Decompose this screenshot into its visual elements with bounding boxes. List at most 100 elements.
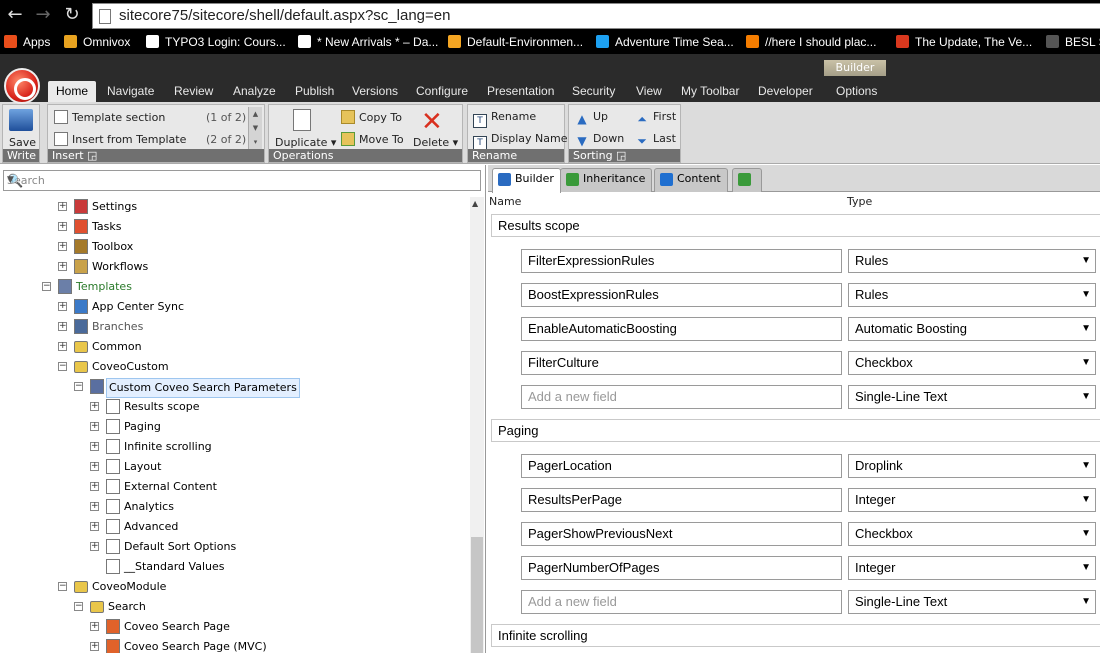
display-name-button[interactable]: T Display Name xyxy=(473,132,568,150)
expand-icon[interactable]: + xyxy=(58,322,67,331)
bookmark-item[interactable]: BESL S xyxy=(1046,35,1100,49)
bookmark-item[interactable]: The Update, The Ve... xyxy=(896,35,1032,49)
scroll-up-icon[interactable]: ▲ xyxy=(472,199,478,208)
expand-icon[interactable]: + xyxy=(90,522,99,531)
reload-icon[interactable]: ↻ xyxy=(61,4,83,26)
copy-to-button[interactable]: Copy To xyxy=(341,110,402,124)
tree-node[interactable]: − Search xyxy=(0,597,470,617)
bookmark-item[interactable]: * New Arrivals * – Da... xyxy=(298,35,438,49)
field-type-select[interactable]: Rules ▼ xyxy=(848,283,1096,307)
template-section-name[interactable]: Results scope xyxy=(491,214,1100,237)
insert-scroll-icon[interactable]: ▲ ▼ ▾ xyxy=(248,107,262,149)
field-type-select[interactable]: Integer ▼ xyxy=(848,488,1096,512)
field-name-input[interactable]: PagerNumberOfPages xyxy=(521,556,842,580)
bookmark-item[interactable]: TYPO3 Login: Cours... xyxy=(146,35,286,49)
editor-tab[interactable]: Content xyxy=(654,168,728,192)
tree-node[interactable]: + Branches xyxy=(0,317,470,337)
up-button[interactable]: ▲ Up xyxy=(575,110,608,126)
expand-icon[interactable]: + xyxy=(90,402,99,411)
collapse-icon[interactable]: − xyxy=(58,582,67,591)
collapse-icon[interactable]: − xyxy=(74,382,83,391)
tree-node[interactable]: + External Content xyxy=(0,477,470,497)
insert-from-template-button[interactable]: Insert from Template xyxy=(54,132,186,146)
tree-node[interactable]: + Coveo Search Page (MVC) xyxy=(0,637,470,653)
tree-node[interactable]: + Common xyxy=(0,337,470,357)
bookmark-item[interactable]: Apps xyxy=(4,35,50,49)
field-type-select[interactable]: Checkbox ▼ xyxy=(848,351,1096,375)
ribbon-tab[interactable]: Options xyxy=(836,84,877,102)
ribbon-tab[interactable]: Navigate xyxy=(107,84,154,102)
forward-icon[interactable]: → xyxy=(32,4,54,26)
ribbon-tab[interactable]: Security xyxy=(572,84,615,102)
expand-icon[interactable]: + xyxy=(90,542,99,551)
tree-node[interactable]: + Coveo Search Page xyxy=(0,617,470,637)
ribbon-tab[interactable]: Configure xyxy=(416,84,468,102)
tree-node[interactable]: + Infinite scrolling xyxy=(0,437,470,457)
tree-node[interactable]: + Workflows xyxy=(0,257,470,277)
field-type-select[interactable]: Integer ▼ xyxy=(848,556,1096,580)
collapse-icon[interactable]: − xyxy=(58,362,67,371)
add-tab-button[interactable] xyxy=(732,168,762,192)
bookmark-item[interactable]: Omnivox xyxy=(64,35,130,49)
address-bar[interactable]: sitecore75/sitecore/shell/default.aspx?s… xyxy=(92,3,1100,29)
expand-icon[interactable]: + xyxy=(90,622,99,631)
template-section-button[interactable]: Template section xyxy=(54,110,165,124)
expand-icon[interactable]: + xyxy=(90,642,99,651)
sitecore-logo-icon[interactable] xyxy=(4,68,40,104)
tree-node[interactable]: + Settings xyxy=(0,197,470,217)
expand-icon[interactable]: + xyxy=(58,202,67,211)
duplicate-button[interactable]: Duplicate ▾ xyxy=(275,136,336,149)
field-type-select[interactable]: Checkbox ▼ xyxy=(848,522,1096,546)
field-name-input[interactable]: FilterExpressionRules xyxy=(521,249,842,273)
tree-node[interactable]: − Custom Coveo Search Parameters xyxy=(0,377,470,398)
ribbon-tab[interactable]: Analyze xyxy=(233,84,276,102)
field-name-input[interactable]: FilterCulture xyxy=(521,351,842,375)
move-to-button[interactable]: Move To xyxy=(341,132,404,146)
tree-node[interactable]: + Paging xyxy=(0,417,470,437)
tree-node[interactable]: + App Center Sync xyxy=(0,297,470,317)
field-type-select[interactable]: Rules ▼ xyxy=(848,249,1096,273)
ribbon-tab[interactable]: View xyxy=(636,84,662,102)
collapse-icon[interactable]: − xyxy=(42,282,51,291)
tree-node[interactable]: + Tasks xyxy=(0,217,470,237)
ribbon-tab[interactable]: Versions xyxy=(352,84,398,102)
tree-node[interactable]: + Layout xyxy=(0,457,470,477)
tree-node[interactable]: − CoveoModule xyxy=(0,577,470,597)
tree-search-input[interactable]: Search 🔍 ▼ xyxy=(3,170,481,191)
tree-node[interactable]: + Toolbox xyxy=(0,237,470,257)
ribbon-tab[interactable]: My Toolbar xyxy=(681,84,739,102)
ribbon-tab[interactable]: Review xyxy=(174,84,213,102)
ribbon-tab[interactable]: Presentation xyxy=(487,84,554,102)
tree-node[interactable]: __Standard Values xyxy=(0,557,470,577)
tree-node[interactable]: + Default Sort Options xyxy=(0,537,470,557)
ribbon-tab[interactable]: Developer xyxy=(758,84,813,102)
tree-node[interactable]: + Results scope xyxy=(0,397,470,417)
expand-icon[interactable]: + xyxy=(90,422,99,431)
rename-button[interactable]: T Rename xyxy=(473,110,536,128)
expand-icon[interactable]: + xyxy=(90,502,99,511)
down-button[interactable]: ▼ Down xyxy=(575,132,624,148)
template-section-name[interactable]: Paging xyxy=(491,419,1100,442)
expand-icon[interactable]: + xyxy=(58,222,67,231)
back-icon[interactable]: ← xyxy=(4,4,26,26)
first-button[interactable]: ⏶ First xyxy=(635,110,676,126)
collapse-icon[interactable]: − xyxy=(74,602,83,611)
add-new-field-input[interactable]: Add a new field xyxy=(521,590,842,614)
field-name-input[interactable]: PagerShowPreviousNext xyxy=(521,522,842,546)
delete-button[interactable]: Delete ▾ xyxy=(413,136,458,149)
editor-tab[interactable]: Builder xyxy=(492,168,561,193)
expand-icon[interactable]: + xyxy=(90,462,99,471)
chevron-down-icon[interactable]: ▼ xyxy=(7,175,476,185)
bookmark-item[interactable]: Adventure Time Sea... xyxy=(596,35,734,49)
tree-scrollbar[interactable]: ▲ xyxy=(470,197,484,653)
tree-node[interactable]: − CoveoCustom xyxy=(0,357,470,377)
save-button[interactable]: Save xyxy=(9,136,36,149)
tree-node[interactable]: + Analytics xyxy=(0,497,470,517)
expand-icon[interactable]: + xyxy=(90,482,99,491)
tree-node[interactable]: + Advanced xyxy=(0,517,470,537)
field-name-input[interactable]: PagerLocation xyxy=(521,454,842,478)
bookmark-item[interactable]: Default-Environmen... xyxy=(448,35,583,49)
field-name-input[interactable]: EnableAutomaticBoosting xyxy=(521,317,842,341)
template-section-name[interactable]: Infinite scrolling xyxy=(491,624,1100,647)
expand-icon[interactable]: + xyxy=(58,242,67,251)
